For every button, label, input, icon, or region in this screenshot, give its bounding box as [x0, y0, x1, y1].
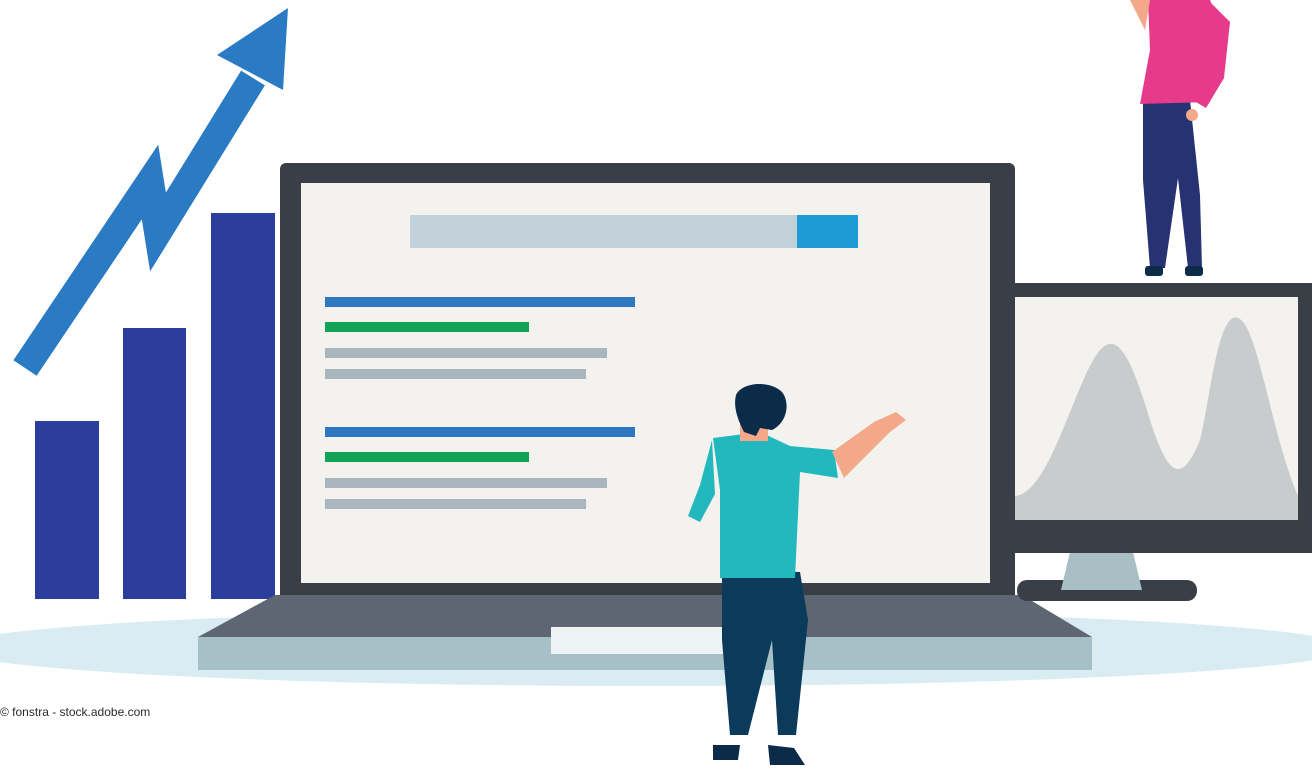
image-credit: © fonstra - stock.adobe.com: [0, 705, 151, 719]
bar-small: [35, 421, 99, 599]
standing-woman-figure: [1130, 0, 1230, 276]
monitor-stand: [1061, 552, 1142, 590]
growth-bar-chart-icon: [35, 213, 275, 599]
search-button: [797, 215, 858, 248]
monitor: [1013, 283, 1312, 601]
search-bar-icon: [410, 215, 858, 248]
bar-tall: [211, 213, 275, 599]
seo-illustration: [0, 0, 1312, 765]
bar-medium: [123, 328, 186, 599]
touchpad: [551, 627, 741, 654]
